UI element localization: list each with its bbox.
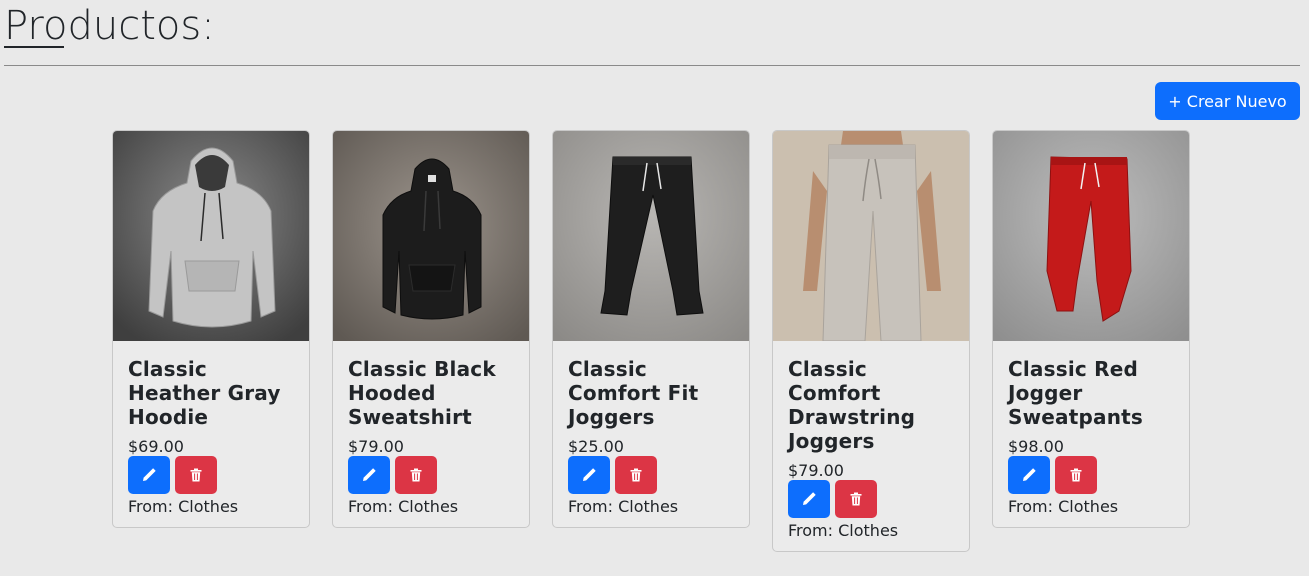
- edit-button[interactable]: [128, 456, 170, 494]
- edit-button[interactable]: [1008, 456, 1050, 494]
- edit-button[interactable]: [568, 456, 610, 494]
- pencil-icon: [583, 468, 596, 481]
- delete-button[interactable]: [835, 480, 877, 518]
- edit-button[interactable]: [348, 456, 390, 494]
- product-category: From: Clothes: [348, 497, 459, 516]
- title-underline: [4, 46, 64, 48]
- product-category: From: Clothes: [568, 497, 679, 516]
- product-image-black-joggers: [553, 131, 749, 341]
- pencil-icon: [143, 468, 156, 481]
- delete-button[interactable]: [395, 456, 437, 494]
- edit-button[interactable]: [788, 480, 830, 518]
- delete-button[interactable]: [615, 456, 657, 494]
- product-title: Classic Red Jogger Sweatpants: [1008, 357, 1144, 429]
- page-title: Productos:: [4, 3, 215, 49]
- product-price: $79.00: [348, 437, 404, 456]
- product-price: $79.00: [788, 461, 844, 480]
- product-card: Classic Comfort Fit Joggers $25.00 From:…: [552, 130, 750, 528]
- product-title: Classic Comfort Drawstring Joggers: [788, 357, 916, 453]
- product-category: From: Clothes: [128, 497, 239, 516]
- product-image-black-hoodie: [333, 131, 529, 341]
- product-image-red-joggers: [993, 131, 1189, 341]
- pencil-icon: [1023, 468, 1036, 481]
- product-price: $98.00: [1008, 437, 1064, 456]
- delete-button[interactable]: [175, 456, 217, 494]
- product-category: From: Clothes: [788, 521, 899, 540]
- product-price: $69.00: [128, 437, 184, 456]
- product-card: Classic Comfort Drawstring Joggers $79.0…: [772, 130, 970, 552]
- trash-icon: [630, 468, 642, 482]
- product-image-gray-joggers-worn: [773, 131, 969, 341]
- product-card: Classic Red Jogger Sweatpants $98.00 Fro…: [992, 130, 1190, 528]
- trash-icon: [850, 492, 862, 506]
- product-card: Classic Heather Gray Hoodie $69.00 From:…: [112, 130, 310, 528]
- pencil-icon: [363, 468, 376, 481]
- pencil-icon: [803, 492, 816, 505]
- trash-icon: [1070, 468, 1082, 482]
- delete-button[interactable]: [1055, 456, 1097, 494]
- product-category: From: Clothes: [1008, 497, 1119, 516]
- trash-icon: [190, 468, 202, 482]
- header-divider: [4, 65, 1300, 66]
- product-card: Classic Black Hooded Sweatshirt $79.00 F…: [332, 130, 530, 528]
- product-title: Classic Heather Gray Hoodie: [128, 357, 281, 429]
- create-new-button[interactable]: + Crear Nuevo: [1155, 82, 1300, 120]
- product-image-gray-hoodie: [113, 131, 309, 341]
- product-title: Classic Black Hooded Sweatshirt: [348, 357, 496, 429]
- product-price: $25.00: [568, 437, 624, 456]
- trash-icon: [410, 468, 422, 482]
- product-title: Classic Comfort Fit Joggers: [568, 357, 699, 429]
